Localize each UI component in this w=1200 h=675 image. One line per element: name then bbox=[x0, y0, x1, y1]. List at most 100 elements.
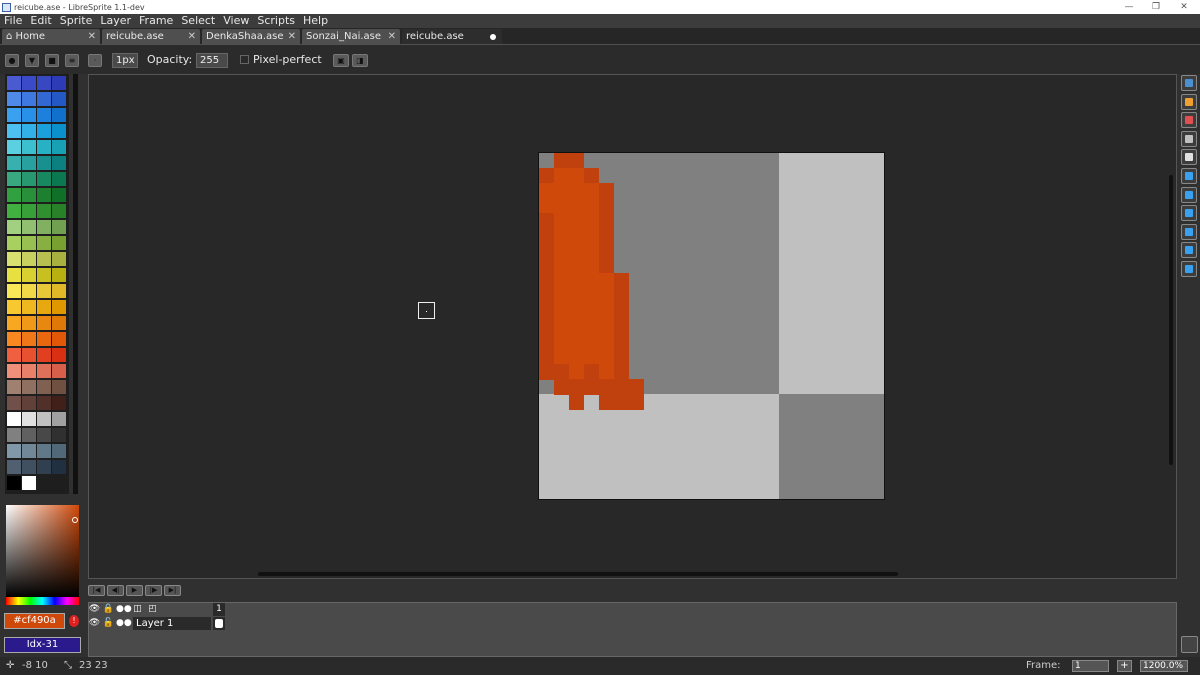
palette-swatch[interactable] bbox=[52, 76, 66, 90]
first-frame-button[interactable]: |◀ bbox=[88, 585, 105, 596]
palette-swatch[interactable] bbox=[37, 412, 51, 426]
blur-tool-button[interactable] bbox=[1181, 261, 1197, 277]
palette-swatch[interactable] bbox=[52, 332, 66, 346]
palette-swatch[interactable] bbox=[22, 444, 36, 458]
palette-swatch[interactable] bbox=[52, 364, 66, 378]
palette-swatch[interactable] bbox=[52, 444, 66, 458]
palette-swatch[interactable] bbox=[7, 140, 21, 154]
palette-swatch[interactable] bbox=[22, 220, 36, 234]
layer-visibility-icon[interactable]: 👁 bbox=[88, 617, 101, 629]
palette-swatch[interactable] bbox=[37, 316, 51, 330]
palette-swatch[interactable] bbox=[7, 204, 21, 218]
pixel-perfect-checkbox[interactable] bbox=[240, 55, 249, 64]
ink-mode-button[interactable]: ▣ bbox=[333, 54, 349, 67]
palette-swatch[interactable] bbox=[37, 428, 51, 442]
palette-swatch[interactable] bbox=[37, 92, 51, 106]
palette-swatch[interactable] bbox=[52, 316, 66, 330]
palette-swatch[interactable] bbox=[7, 156, 21, 170]
palette-swatch[interactable] bbox=[22, 412, 36, 426]
palette-swatch[interactable] bbox=[52, 412, 66, 426]
palette-swatch[interactable] bbox=[22, 428, 36, 442]
palette-swatch[interactable] bbox=[22, 284, 36, 298]
cel-cell[interactable] bbox=[213, 617, 225, 630]
brush-drop-button[interactable]: ▼ bbox=[25, 54, 39, 67]
palette-swatch[interactable] bbox=[22, 124, 36, 138]
lasso-tool-button[interactable] bbox=[1181, 242, 1197, 259]
palette-swatch[interactable] bbox=[37, 444, 51, 458]
brush-square-button[interactable]: ■ bbox=[45, 54, 59, 67]
palette-swatch[interactable] bbox=[37, 220, 51, 234]
frame-header[interactable]: 1 bbox=[213, 603, 225, 616]
symmetry-button[interactable]: ◨ bbox=[352, 54, 368, 67]
sprite-canvas[interactable] bbox=[538, 152, 885, 500]
palette-swatch[interactable] bbox=[37, 348, 51, 362]
layer-menu-icon[interactable]: ◰ bbox=[146, 603, 159, 615]
picker-knob[interactable] bbox=[72, 517, 78, 523]
palette-swatch[interactable] bbox=[37, 476, 51, 490]
hue-slider[interactable] bbox=[6, 597, 79, 605]
tab-sonzai-nai[interactable]: Sonzai_Nai.ase ✕ bbox=[302, 29, 400, 44]
palette-swatch[interactable] bbox=[7, 412, 21, 426]
last-frame-button[interactable]: ▶| bbox=[164, 585, 181, 596]
eye-header-icon[interactable]: 👁 bbox=[88, 603, 101, 615]
menu-sprite[interactable]: Sprite bbox=[60, 14, 93, 28]
palette-swatch[interactable] bbox=[52, 396, 66, 410]
eyedropper-tool-button[interactable] bbox=[1181, 130, 1197, 147]
next-frame-button[interactable]: |▶ bbox=[145, 585, 162, 596]
close-tab-icon[interactable]: ✕ bbox=[188, 29, 196, 44]
move-tool-button[interactable] bbox=[1181, 168, 1197, 184]
marquee-tool-button[interactable] bbox=[1181, 75, 1197, 91]
tab-reicube-active[interactable]: reicube.ase bbox=[402, 29, 502, 44]
menu-edit[interactable]: Edit bbox=[30, 14, 51, 28]
new-frame-button[interactable]: + bbox=[1117, 660, 1132, 672]
palette-swatch[interactable] bbox=[52, 124, 66, 138]
palette-swatch[interactable] bbox=[7, 284, 21, 298]
pencil-tool-button[interactable] bbox=[1181, 93, 1197, 110]
palette-swatch[interactable] bbox=[52, 380, 66, 394]
palette-swatch[interactable] bbox=[22, 364, 36, 378]
palette-swatch[interactable] bbox=[37, 396, 51, 410]
menu-scripts[interactable]: Scripts bbox=[257, 14, 295, 28]
foreground-color-button[interactable]: #cf490a bbox=[4, 613, 65, 629]
palette-swatch[interactable] bbox=[52, 92, 66, 106]
palette-swatch[interactable] bbox=[22, 252, 36, 266]
onion-skin-icon[interactable]: ◫ bbox=[131, 603, 144, 615]
timeline-settings-icon[interactable] bbox=[1181, 636, 1198, 653]
palette-swatch[interactable] bbox=[22, 92, 36, 106]
palette-swatch[interactable] bbox=[52, 252, 66, 266]
menu-layer[interactable]: Layer bbox=[100, 14, 131, 28]
palette-swatch[interactable] bbox=[37, 332, 51, 346]
palette-swatch[interactable] bbox=[37, 284, 51, 298]
palette-swatch[interactable] bbox=[52, 188, 66, 202]
palette-swatch[interactable] bbox=[7, 124, 21, 138]
color-picker-spectrum[interactable] bbox=[6, 505, 79, 597]
tab-home[interactable]: ⌂ Home ✕ bbox=[2, 29, 100, 44]
brush-circle-button[interactable]: ● bbox=[5, 54, 19, 67]
palette-swatch[interactable] bbox=[37, 268, 51, 282]
palette-swatch[interactable] bbox=[37, 108, 51, 122]
palette-swatch[interactable] bbox=[7, 444, 21, 458]
palette-swatch[interactable] bbox=[7, 188, 21, 202]
palette-swatch[interactable] bbox=[22, 204, 36, 218]
minimize-button[interactable]: — bbox=[1115, 0, 1143, 14]
palette-swatch[interactable] bbox=[22, 460, 36, 474]
palette-swatch[interactable] bbox=[37, 172, 51, 186]
tab-denkashaa[interactable]: DenkaShaa.ase ✕ bbox=[202, 29, 300, 44]
menu-select[interactable]: Select bbox=[181, 14, 215, 28]
line-tool-button[interactable] bbox=[1181, 205, 1197, 222]
palette-swatch[interactable] bbox=[7, 220, 21, 234]
palette-swatch[interactable] bbox=[22, 140, 36, 154]
palette-swatch[interactable] bbox=[22, 380, 36, 394]
menu-frame[interactable]: Frame bbox=[139, 14, 173, 28]
menu-help[interactable]: Help bbox=[303, 14, 328, 28]
palette-swatch[interactable] bbox=[7, 300, 21, 314]
zoom-tool-button[interactable] bbox=[1181, 149, 1197, 166]
menu-file[interactable]: File bbox=[4, 14, 22, 28]
palette-swatch[interactable] bbox=[52, 300, 66, 314]
palette-swatch[interactable] bbox=[7, 476, 21, 490]
palette-swatch[interactable] bbox=[52, 268, 66, 282]
palette-swatch[interactable] bbox=[22, 76, 36, 90]
palette-swatch[interactable] bbox=[7, 332, 21, 346]
palette-swatch[interactable] bbox=[37, 124, 51, 138]
background-color-button[interactable]: Idx-31 bbox=[4, 637, 81, 653]
